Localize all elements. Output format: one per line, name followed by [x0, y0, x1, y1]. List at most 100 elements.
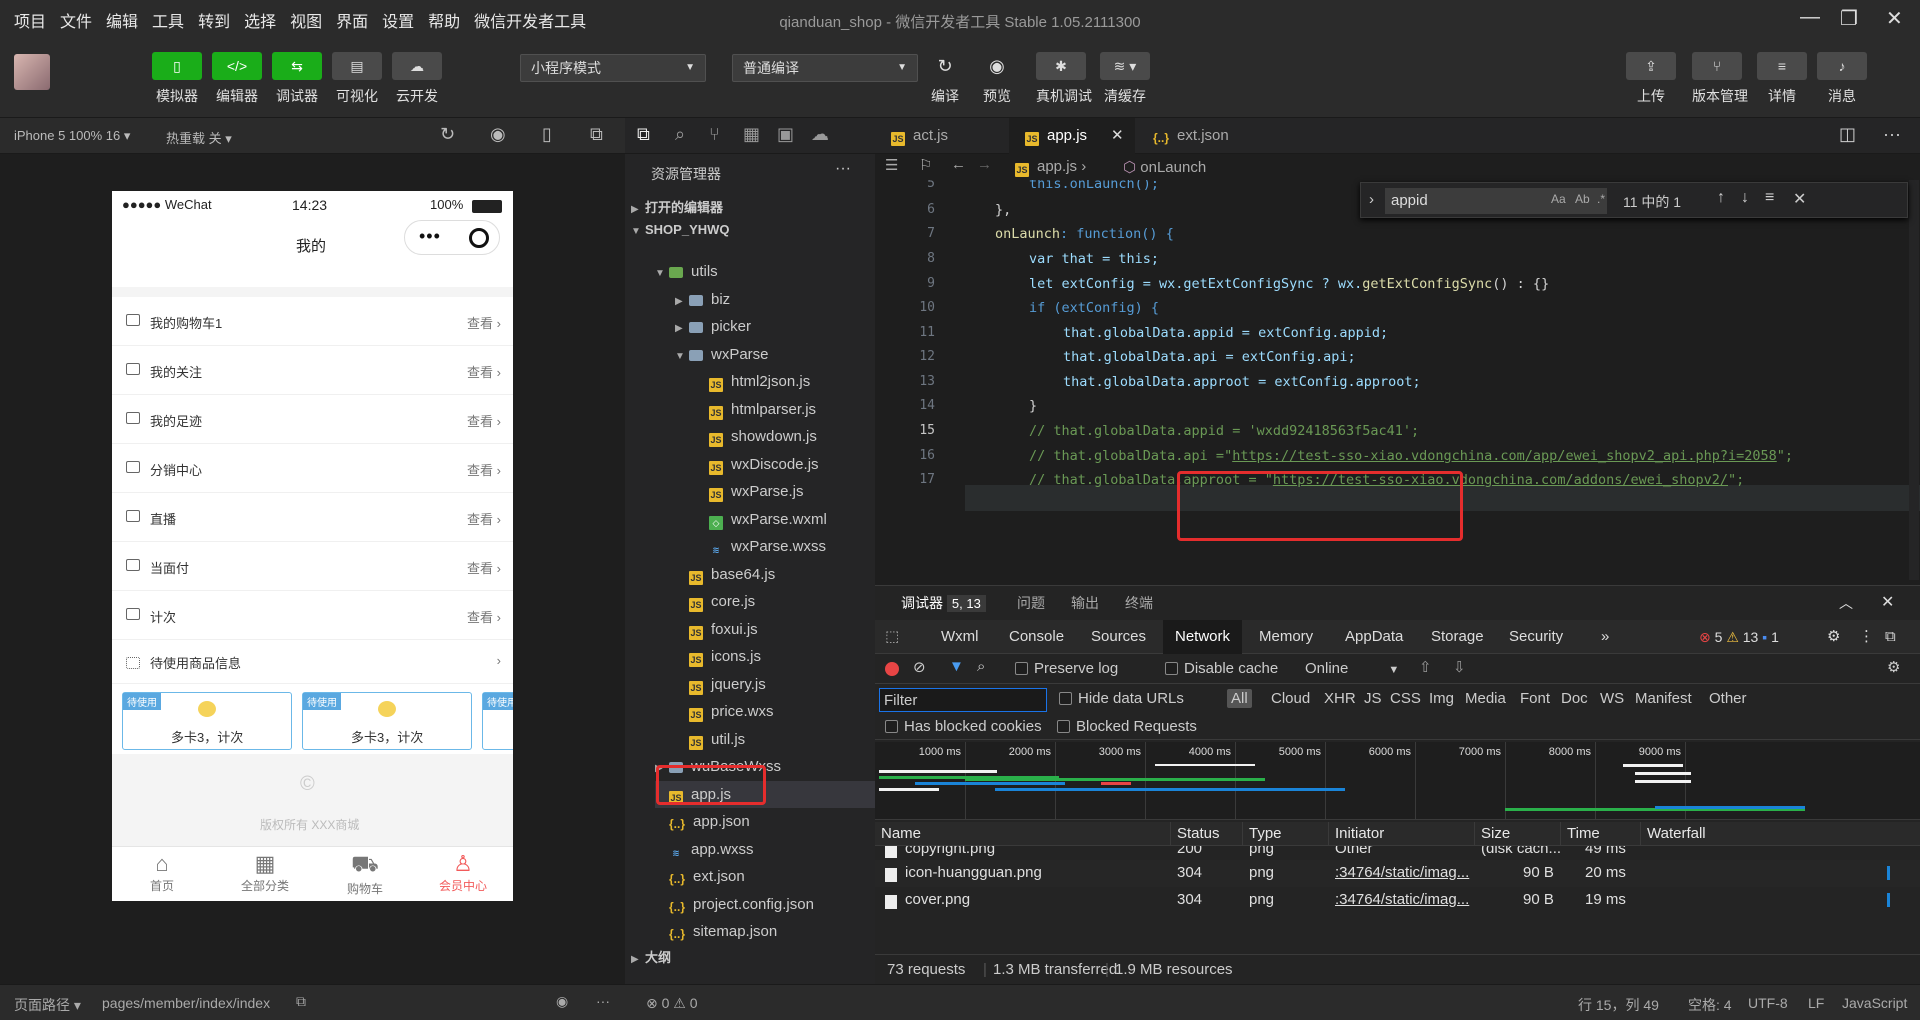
- docker-icon[interactable]: ☁: [811, 124, 829, 145]
- coupon-card[interactable]: 待使用 多卡3，计次: [122, 692, 292, 750]
- search-icon[interactable]: ⌕: [977, 658, 985, 675]
- tree-item[interactable]: JS wxDiscode.js: [695, 451, 819, 478]
- list-item[interactable]: 当面付 查看 ›: [112, 542, 513, 591]
- more-icon[interactable]: ···: [835, 160, 851, 178]
- more-icon[interactable]: •••: [419, 226, 441, 247]
- panel-tab[interactable]: Storage: [1431, 620, 1484, 654]
- forward-arrow-icon[interactable]: →: [977, 156, 992, 173]
- type-filter-all[interactable]: All: [1227, 689, 1252, 708]
- tree-item[interactable]: JS html2json.js: [695, 368, 810, 395]
- type-filter[interactable]: Cloud: [1271, 690, 1310, 707]
- reload-icon[interactable]: ↻: [440, 124, 455, 145]
- tree-item[interactable]: JS jquery.js: [675, 671, 766, 698]
- close-find-icon[interactable]: ✕: [1793, 189, 1806, 209]
- coupon-card[interactable]: 待使用 多卡3，计次: [302, 692, 472, 750]
- page-path-select[interactable]: 页面路径 ▾: [14, 995, 81, 1015]
- table-row[interactable]: cover.png 304 png :34764/static/imag... …: [875, 887, 1920, 914]
- bookmark-icon[interactable]: ⚐: [919, 156, 932, 174]
- version-button[interactable]: ⑂ 版本管理: [1692, 52, 1748, 106]
- type-filter[interactable]: CSS: [1390, 690, 1421, 707]
- tab-member[interactable]: ♙ 会员中心: [428, 851, 498, 894]
- tree-item[interactable]: JS wxParse.js: [695, 478, 804, 505]
- list-item[interactable]: 分销中心 查看 ›: [112, 444, 513, 493]
- simulator-button[interactable]: ▯ 模拟器: [152, 52, 202, 106]
- tab-debugger[interactable]: 调试器 5, 13: [901, 586, 986, 620]
- arrow-up-icon[interactable]: ↑: [1717, 189, 1725, 207]
- tree-item[interactable]: ≋ wxParse.wxss: [695, 533, 826, 560]
- column-header[interactable]: Type: [1243, 822, 1329, 846]
- type-filter[interactable]: Img: [1429, 690, 1454, 707]
- breadcrumb-file[interactable]: JS app.js ›: [1015, 158, 1086, 177]
- tab-output[interactable]: 输出: [1071, 586, 1099, 620]
- panel-tab[interactable]: AppData: [1345, 620, 1403, 654]
- tree-item[interactable]: JS util.js: [675, 726, 745, 753]
- tree-item[interactable]: JS showdown.js: [695, 423, 817, 450]
- tree-item[interactable]: JS icons.js: [675, 643, 761, 670]
- tree-item[interactable]: JS foxui.js: [675, 616, 758, 643]
- list-item[interactable]: 我的关注 查看 ›: [112, 346, 513, 395]
- indentation[interactable]: 空格: 4: [1688, 995, 1732, 1015]
- issue-counts[interactable]: ⊗ 5 ⚠ 13 ▪ 1: [1699, 620, 1779, 654]
- tree-item[interactable]: ▶ biz: [675, 286, 730, 313]
- tree-item[interactable]: {..} app.json: [655, 808, 750, 835]
- panel-tab[interactable]: Console: [1009, 620, 1064, 654]
- back-arrow-icon[interactable]: ←: [951, 156, 966, 173]
- tree-item[interactable]: ▶ picker: [675, 313, 751, 340]
- tree-item[interactable]: {..} sitemap.json: [655, 918, 777, 945]
- find-input[interactable]: appid Aa Ab .*: [1385, 188, 1607, 214]
- close-panel-icon[interactable]: ✕: [1881, 586, 1894, 620]
- editor-button[interactable]: </> 编辑器: [212, 52, 262, 106]
- list-item[interactable]: 我的购物车1 查看 ›: [112, 297, 513, 346]
- close-tab-icon[interactable]: ✕: [1111, 118, 1124, 154]
- tree-item[interactable]: {..} ext.json: [655, 863, 745, 890]
- encoding[interactable]: UTF-8: [1748, 995, 1788, 1011]
- selection-icon[interactable]: ≡: [1765, 189, 1774, 207]
- visual-button[interactable]: ▤ 可视化: [332, 52, 382, 106]
- inspect-icon[interactable]: ⬚: [885, 620, 899, 654]
- preserve-log-checkbox[interactable]: Preserve log: [1015, 660, 1118, 677]
- hide-data-urls-checkbox[interactable]: Hide data URLs: [1059, 690, 1184, 707]
- more-icon[interactable]: ···: [1883, 124, 1901, 145]
- hot-reload-select[interactable]: 热重载 关 ▾: [166, 128, 232, 147]
- upload-button[interactable]: ⇪ 上传: [1626, 52, 1676, 106]
- tree-item[interactable]: JS base64.js: [675, 561, 775, 588]
- eye-icon[interactable]: ◉: [556, 993, 568, 1010]
- compile-select[interactable]: 普通编译 ▼: [732, 54, 918, 82]
- tree-item[interactable]: JS core.js: [675, 588, 755, 615]
- panel-tab[interactable]: Security: [1509, 620, 1563, 654]
- remote-debug-button[interactable]: ✱ 真机调试: [1036, 52, 1092, 106]
- target-icon[interactable]: [469, 228, 489, 248]
- details-button[interactable]: ≡ 详情: [1757, 52, 1807, 106]
- download-icon[interactable]: ⇩: [1453, 658, 1466, 676]
- tree-item[interactable]: {..} project.config.json: [655, 891, 814, 918]
- initiator-link[interactable]: :34764/static/imag...: [1335, 864, 1469, 881]
- gear-icon[interactable]: ⚙: [1887, 658, 1900, 676]
- tab-categories[interactable]: ▦ 全部分类: [230, 851, 300, 894]
- split-editor-icon[interactable]: ◫: [1839, 124, 1856, 145]
- blocked-cookies-checkbox[interactable]: Has blocked cookies: [885, 718, 1042, 735]
- list-item[interactable]: 直播 查看 ›: [112, 493, 513, 542]
- table-row[interactable]: icon-huangguan.png 304 png :34764/static…: [875, 860, 1920, 887]
- column-header[interactable]: Name: [875, 822, 1171, 846]
- project-section[interactable]: ▼ SHOP_YHWQ: [631, 216, 730, 243]
- panel-tab[interactable]: Wxml: [941, 620, 979, 654]
- type-filter[interactable]: Other: [1709, 690, 1747, 707]
- tab-home[interactable]: ⌂ 首页: [132, 851, 192, 894]
- filter-icon[interactable]: ▼: [949, 658, 964, 675]
- problems-count[interactable]: ⊗ 0 ⚠ 0: [646, 995, 698, 1012]
- clear-icon[interactable]: ⊘: [913, 658, 926, 676]
- type-filter[interactable]: Manifest: [1635, 690, 1692, 707]
- column-header[interactable]: Status: [1171, 822, 1243, 846]
- tree-item[interactable]: ▼ wxParse: [675, 341, 769, 368]
- disable-cache-checkbox[interactable]: Disable cache: [1165, 660, 1278, 677]
- minimize-icon[interactable]: —: [1800, 6, 1820, 29]
- column-header[interactable]: Initiator: [1329, 822, 1475, 846]
- copy-icon[interactable]: ⧉: [296, 993, 306, 1010]
- tree-item[interactable]: JS htmlparser.js: [695, 396, 816, 423]
- search-icon[interactable]: ⌕: [675, 124, 685, 145]
- maximize-icon[interactable]: ❐: [1840, 6, 1858, 31]
- device-select[interactable]: iPhone 5 100% 16 ▾: [14, 128, 130, 144]
- type-filter[interactable]: XHR: [1324, 690, 1356, 707]
- tab-ext-json[interactable]: {..} ext.json: [1137, 118, 1267, 154]
- git-icon[interactable]: ⑂: [709, 124, 720, 145]
